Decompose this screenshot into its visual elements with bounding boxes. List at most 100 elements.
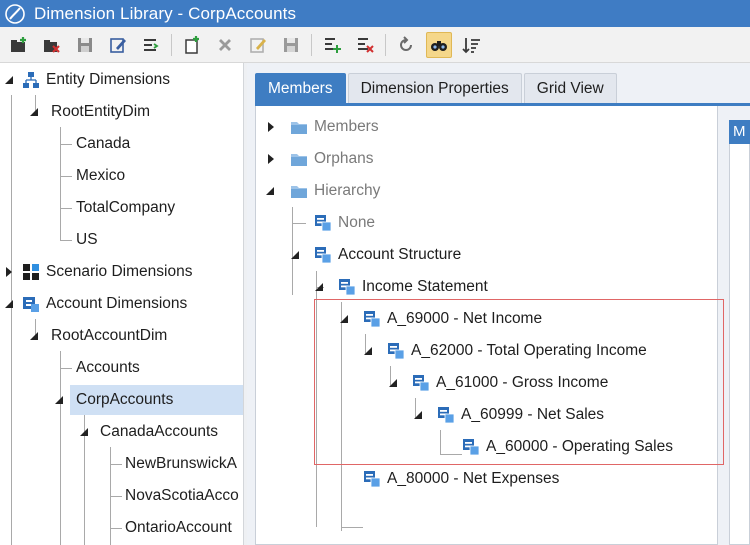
tree-node-net-expenses[interactable]: A_80000 - Net Expenses [256, 464, 559, 494]
toolbar-separator [171, 33, 172, 56]
expand-arrow-icon[interactable] [4, 267, 14, 277]
tree-node-label: CorpAccounts [76, 391, 174, 408]
delete-member-icon[interactable] [212, 32, 238, 58]
tree-node-net-income[interactable]: A_69000 - Net Income [256, 304, 542, 334]
tree-node-root-account-dim[interactable]: RootAccountDim [0, 321, 243, 351]
tree-node-label: OntarioAccount [125, 519, 232, 536]
member-icon [314, 246, 332, 264]
tree-node-orphans-folder[interactable]: Orphans [256, 144, 373, 174]
create-dimension-icon[interactable] [6, 32, 32, 58]
tree-node-label: Account Dimensions [46, 295, 188, 312]
save-dimension-icon[interactable] [72, 32, 98, 58]
collapse-arrow-icon[interactable] [339, 314, 349, 324]
tree-node-members-folder[interactable]: Members [256, 112, 379, 142]
save-member-icon[interactable] [278, 32, 304, 58]
tree-node-label: A_62000 - Total Operating Income [411, 342, 647, 359]
tree-node-canada-accounts[interactable]: CanadaAccounts [0, 417, 243, 447]
collapse-arrow-icon[interactable] [265, 186, 275, 196]
tab-grid-view[interactable]: Grid View [523, 73, 617, 103]
scenario-dimension-icon [22, 263, 40, 281]
tab-members[interactable]: Members [255, 73, 346, 103]
collapse-arrow-icon[interactable] [79, 427, 89, 437]
remove-relationship-icon[interactable] [352, 32, 378, 58]
tree-node-income-statement[interactable]: Income Statement [256, 272, 488, 302]
tree-node-label: CanadaAccounts [100, 423, 219, 440]
member-icon [338, 278, 356, 296]
tree-node-corp-accounts[interactable]: CorpAccounts [70, 385, 243, 415]
side-panel: M [719, 106, 750, 545]
collapse-arrow-icon[interactable] [4, 299, 14, 309]
tab-dimension-properties[interactable]: Dimension Properties [347, 73, 522, 103]
collapse-arrow-icon[interactable] [29, 107, 39, 117]
tree-node-label: None [338, 214, 376, 231]
tab-bar: Members Dimension Properties Grid View [255, 73, 619, 103]
member-icon [363, 310, 381, 328]
tree-node-hierarchy-folder[interactable]: Hierarchy [256, 176, 380, 206]
tree-node-label: A_80000 - Net Expenses [387, 470, 560, 487]
tree-node-label: A_60000 - Operating Sales [486, 438, 673, 455]
tree-node-total-operating-income[interactable]: A_62000 - Total Operating Income [256, 336, 647, 366]
collapse-arrow-icon[interactable] [4, 75, 14, 85]
tree-node-none[interactable]: None [256, 208, 375, 238]
tree-node-label: Orphans [314, 150, 374, 167]
tree-node-mexico[interactable]: Mexico [0, 161, 243, 191]
tree-node-us[interactable]: US [0, 225, 243, 255]
expand-arrow-icon[interactable] [266, 154, 276, 164]
edit-dimension-icon[interactable] [105, 32, 131, 58]
collapse-arrow-icon[interactable] [388, 378, 398, 388]
tree-node-label: RootAccountDim [51, 327, 168, 344]
account-dimension-icon [22, 295, 40, 313]
window-title: Dimension Library - CorpAccounts [34, 3, 297, 23]
member-icon [462, 438, 480, 456]
tree-node-account-structure[interactable]: Account Structure [256, 240, 461, 270]
tree-node-total-company[interactable]: TotalCompany [0, 193, 243, 223]
tree-node-label: TotalCompany [76, 199, 176, 216]
tree-node-nova-scotia[interactable]: NovaScotiaAcco [0, 481, 243, 511]
tree-node-entity-dimensions[interactable]: Entity Dimensions [0, 65, 243, 95]
edit-member-icon[interactable] [245, 32, 271, 58]
member-tree-panel: Members Orphans Hierarchy None Account S… [255, 106, 718, 545]
search-icon[interactable] [426, 31, 452, 58]
title-bar: Dimension Library - CorpAccounts [0, 0, 750, 27]
delete-dimension-icon[interactable] [39, 32, 65, 58]
add-relationship-icon[interactable] [319, 32, 345, 58]
expand-arrow-icon[interactable] [266, 122, 276, 132]
tree-node-root-entity-dim[interactable]: RootEntityDim [0, 97, 243, 127]
tree-node-gross-income[interactable]: A_61000 - Gross Income [256, 368, 608, 398]
tree-node-label: Mexico [76, 167, 126, 184]
tree-node-label: US [76, 231, 98, 248]
folder-icon [290, 150, 308, 168]
tree-node-scenario-dimensions[interactable]: Scenario Dimensions [0, 257, 243, 287]
folder-icon [290, 182, 308, 200]
tree-node-account-dimensions[interactable]: Account Dimensions [0, 289, 243, 319]
toolbar [0, 27, 750, 63]
collapse-arrow-icon[interactable] [54, 395, 64, 405]
folder-icon [290, 118, 308, 136]
tree-node-label: A_69000 - Net Income [387, 310, 543, 327]
collapse-arrow-icon[interactable] [413, 410, 423, 420]
member-icon [387, 342, 405, 360]
collapse-arrow-icon[interactable] [29, 331, 39, 341]
tree-node-label: Hierarchy [314, 182, 381, 199]
refresh-icon[interactable] [393, 32, 419, 58]
sort-icon[interactable] [459, 32, 485, 58]
tree-node-label: A_61000 - Gross Income [436, 374, 609, 391]
tree-node-operating-sales[interactable]: A_60000 - Operating Sales [256, 432, 673, 462]
collapse-arrow-icon[interactable] [290, 250, 300, 260]
side-panel-tab[interactable]: M [729, 120, 750, 144]
tree-node-label: A_60999 - Net Sales [461, 406, 605, 423]
collapse-arrow-icon[interactable] [314, 282, 324, 292]
tree-node-accounts[interactable]: Accounts [0, 353, 243, 383]
tree-node-label: Canada [76, 135, 131, 152]
tree-node-canada[interactable]: Canada [0, 129, 243, 159]
toolbar-separator [311, 33, 312, 56]
dimension-properties-icon[interactable] [138, 32, 164, 58]
dimension-tree-pane: Entity Dimensions RootEntityDim Canada M… [0, 63, 243, 545]
tree-node-net-sales[interactable]: A_60999 - Net Sales [256, 400, 604, 430]
tree-node-new-brunswick[interactable]: NewBrunswickA [0, 449, 243, 479]
collapse-arrow-icon[interactable] [363, 346, 373, 356]
create-member-icon[interactable] [179, 32, 205, 58]
tree-node-ontario[interactable]: OntarioAccount [0, 513, 243, 543]
tree-node-label: Scenario Dimensions [46, 263, 193, 280]
tree-node-label: Income Statement [362, 278, 488, 295]
